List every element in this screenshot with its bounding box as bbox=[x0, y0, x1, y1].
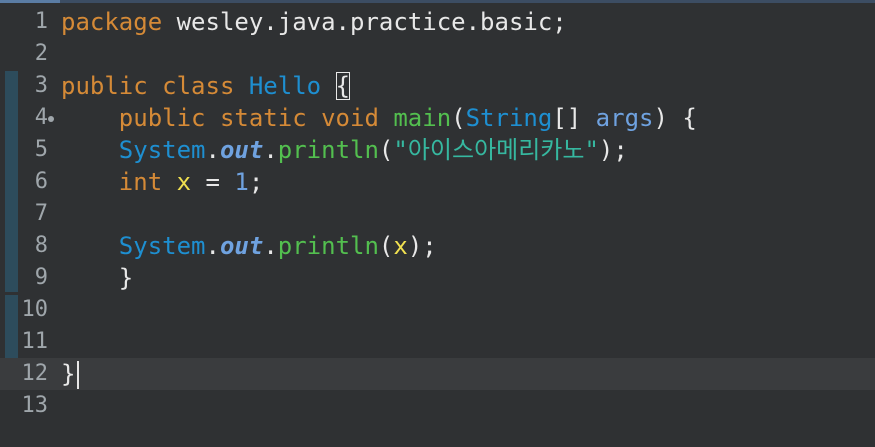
line-number: 10 bbox=[21, 297, 49, 322]
line-number: 12 bbox=[21, 361, 49, 386]
code-token: wesley.java.practice.basic; bbox=[162, 8, 567, 36]
line-number: 8 bbox=[34, 233, 48, 258]
code-line[interactable]: 11 bbox=[0, 326, 875, 358]
editor-top-border bbox=[0, 0, 875, 3]
code-line[interactable]: 5 System.out.println("아이스아메리카노"); bbox=[0, 134, 875, 166]
code-text[interactable]: int x = 1; bbox=[61, 166, 264, 198]
code-line[interactable]: 3 public class Hello { bbox=[0, 70, 875, 102]
code-token: Hello bbox=[248, 72, 322, 100]
code-token: static bbox=[219, 104, 307, 132]
code-token: ( bbox=[378, 136, 394, 164]
code-token: x bbox=[393, 232, 408, 260]
code-token: public bbox=[61, 72, 148, 100]
line-number: 13 bbox=[21, 393, 49, 418]
code-token: = bbox=[191, 168, 235, 196]
code-token: package bbox=[61, 8, 163, 36]
code-token: int bbox=[118, 168, 163, 196]
code-token: } bbox=[61, 264, 134, 292]
code-token: out bbox=[219, 232, 264, 260]
code-text[interactable]: public class Hello { bbox=[61, 70, 351, 102]
line-number: 1 bbox=[34, 9, 48, 34]
code-token: . bbox=[205, 136, 220, 164]
code-text[interactable]: } bbox=[61, 262, 133, 294]
code-line[interactable]: 6 int x = 1; bbox=[0, 166, 875, 198]
code-token: String bbox=[465, 104, 553, 132]
code-token: . bbox=[205, 232, 220, 260]
code-token: . bbox=[263, 232, 278, 260]
code-text[interactable]: System.out.println(x); bbox=[61, 230, 437, 262]
code-token: ( bbox=[451, 104, 466, 132]
code-line[interactable]: 9 } bbox=[0, 262, 875, 294]
code-line[interactable]: 1 package wesley.java.practice.basic; bbox=[0, 6, 875, 38]
code-token: ); bbox=[407, 232, 437, 260]
code-line[interactable]: 13 bbox=[0, 390, 875, 422]
code-token: main bbox=[393, 104, 452, 132]
line-number: 7 bbox=[34, 201, 48, 226]
code-token: ); bbox=[598, 136, 628, 164]
code-token: public bbox=[118, 104, 206, 132]
code-token: . bbox=[263, 136, 278, 164]
code-token: class bbox=[162, 72, 235, 100]
code-token: ; bbox=[248, 168, 264, 196]
code-token: println bbox=[277, 136, 379, 164]
code-token: out bbox=[219, 136, 264, 164]
code-token: 1 bbox=[234, 168, 249, 196]
code-line[interactable]: 4 public static void main(String[] args)… bbox=[0, 102, 875, 134]
line-number: 5 bbox=[34, 137, 48, 162]
code-text[interactable]: public static void main(String[] args) { bbox=[61, 102, 697, 134]
fold-marker-icon[interactable] bbox=[48, 116, 54, 122]
code-line[interactable]: 7 bbox=[0, 198, 875, 230]
code-text[interactable]: System.out.println("아이스아메리카노"); bbox=[61, 134, 628, 166]
code-token: System bbox=[118, 136, 206, 164]
code-token: args bbox=[595, 104, 654, 132]
code-token: x bbox=[176, 168, 192, 196]
code-token: println bbox=[277, 232, 379, 260]
code-line[interactable]: 2 bbox=[0, 38, 875, 70]
line-number: 2 bbox=[34, 41, 48, 66]
text-caret bbox=[77, 361, 80, 389]
code-token: ( bbox=[378, 232, 394, 260]
line-number: 11 bbox=[21, 329, 49, 354]
line-number: 9 bbox=[34, 265, 48, 290]
line-number: 6 bbox=[34, 169, 48, 194]
line-number: 3 bbox=[34, 73, 48, 98]
line-number: 4 bbox=[34, 105, 48, 130]
code-token: System bbox=[118, 232, 206, 260]
matched-brace: { bbox=[335, 72, 351, 100]
code-line[interactable]: 12} bbox=[0, 358, 875, 390]
code-line[interactable]: 10 bbox=[0, 294, 875, 326]
code-token: "아이스아메리카노" bbox=[393, 136, 599, 164]
code-line[interactable]: 8 System.out.println(x); bbox=[0, 230, 875, 262]
code-editor[interactable]: 1 package wesley.java.practice.basic; 2 3 pu… bbox=[0, 0, 875, 447]
code-token: ) { bbox=[653, 104, 697, 132]
code-token: void bbox=[321, 104, 379, 132]
code-token: } bbox=[61, 360, 76, 388]
code-text[interactable]: } bbox=[61, 358, 80, 390]
code-token: [] bbox=[552, 104, 596, 132]
code-text[interactable]: package wesley.java.practice.basic; bbox=[61, 6, 567, 38]
